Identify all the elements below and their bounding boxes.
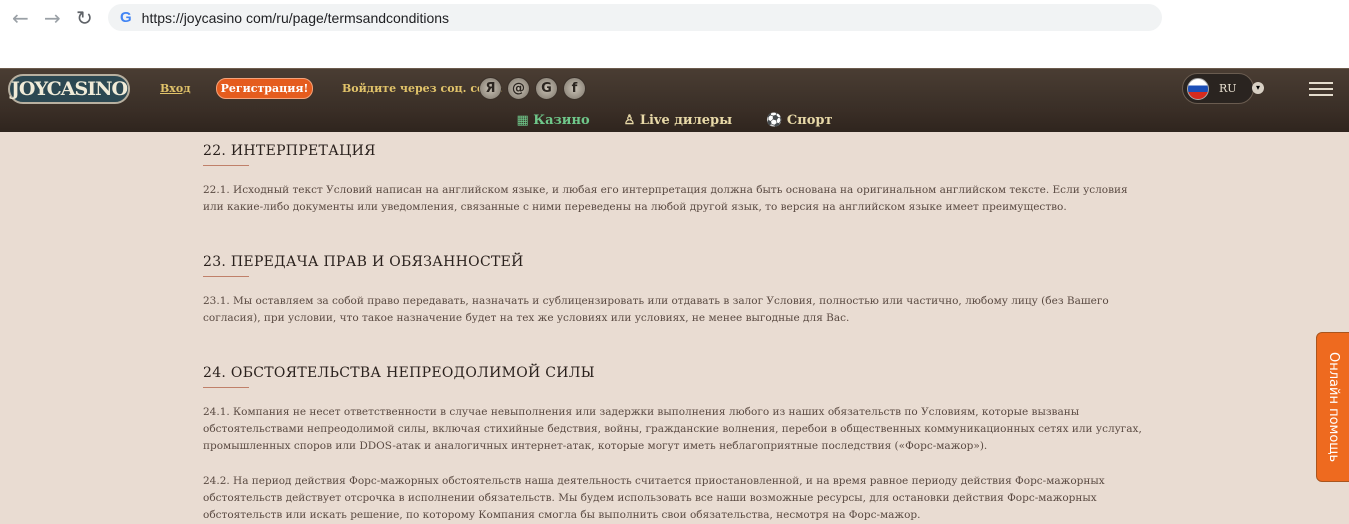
address-bar[interactable]: Ghttps://joycasino com/ru/page/termsandc… xyxy=(108,4,1162,31)
url-text: https://joycasino com/ru/page/termsandco… xyxy=(141,9,450,26)
online-help-button[interactable]: Онлайн помощь xyxy=(1316,332,1349,482)
forward-icon[interactable]: → xyxy=(44,6,61,30)
nav-live-label: Live дилеры xyxy=(639,112,733,128)
terms-content: 22. ИНТЕРПРЕТАЦИЯ 22.1. Исходный текст У… xyxy=(203,132,1143,524)
yandex-icon[interactable]: Я xyxy=(479,77,502,100)
section-title: 24. ОБСТОЯТЕЛЬСТВА НЕПРЕОДОЛИМОЙ СИЛЫ xyxy=(203,365,595,381)
language-selector[interactable]: RU xyxy=(1182,73,1254,104)
divider xyxy=(203,165,249,166)
menu-icon[interactable] xyxy=(1309,82,1333,100)
sub-navigation: ▦ Казино ♙ Live дилеры ⚽ Спорт xyxy=(0,108,1349,132)
register-button[interactable]: Регистрация! xyxy=(216,78,313,99)
browser-toolbar: ← → ↻ Ghttps://joycasino com/ru/page/ter… xyxy=(0,0,1349,68)
section-title: 23. ПЕРЕДАЧА ПРАВ И ОБЯЗАННОСТЕЙ xyxy=(203,254,524,270)
paragraph: 24.1. Компания не несет ответственности … xyxy=(203,406,1142,452)
google-icon: G xyxy=(120,9,132,26)
site-header: JOYCASINO Вход Регистрация! Войдите чере… xyxy=(0,68,1349,108)
mail-icon[interactable]: @ xyxy=(507,77,530,100)
language-code: RU xyxy=(1219,82,1237,95)
google-icon[interactable]: G xyxy=(535,77,558,100)
reload-icon[interactable]: ↻ xyxy=(76,6,93,30)
russia-flag-icon xyxy=(1187,78,1209,100)
nav-live-dealers[interactable]: ♙ Live дилеры xyxy=(624,113,732,128)
divider xyxy=(203,276,249,277)
nav-casino[interactable]: ▦ Казино xyxy=(516,113,589,128)
facebook-icon[interactable]: f xyxy=(563,77,586,100)
nav-sport-label: Спорт xyxy=(786,112,833,128)
nav-sport[interactable]: ⚽ Спорт xyxy=(766,113,832,128)
chevron-down-icon[interactable]: ▾ xyxy=(1252,82,1264,94)
nav-casino-label: Казино xyxy=(533,112,590,128)
section-title: 22. ИНТЕРПРЕТАЦИЯ xyxy=(203,143,376,159)
paragraph: 22.1. Исходный текст Условий написан на … xyxy=(203,184,1128,213)
back-icon[interactable]: ← xyxy=(12,6,29,30)
paragraph: 24.2. На период действия Форс-мажорных о… xyxy=(203,475,1105,521)
divider xyxy=(203,387,249,388)
logo[interactable]: JOYCASINO xyxy=(8,74,130,104)
login-link[interactable]: Вход xyxy=(160,82,191,95)
paragraph: 23.1. Мы оставляем за собой право переда… xyxy=(203,295,1109,324)
